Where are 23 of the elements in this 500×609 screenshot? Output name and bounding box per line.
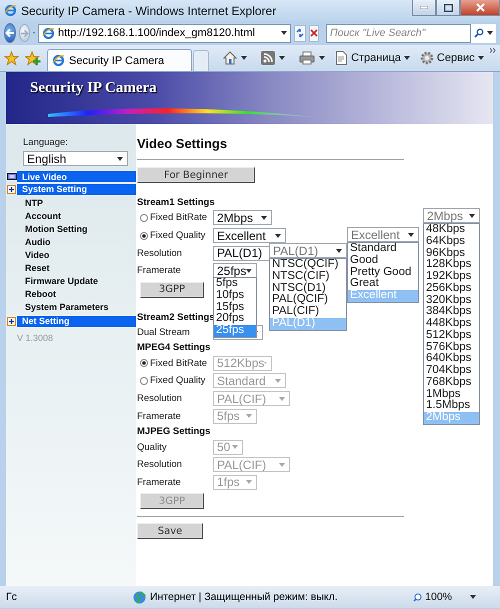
- radio-label: Fixed BitRate: [150, 212, 208, 224]
- field-label: Resolution: [137, 459, 182, 470]
- field-label: Quality: [137, 442, 167, 453]
- field-label: Resolution: [137, 248, 182, 259]
- field-label: Framerate: [137, 265, 181, 276]
- field-label: Dual Stream: [137, 327, 190, 338]
- window-title: Security IP Camera - Windows Internet Explorer: [21, 4, 278, 18]
- radio-label: Fixed BitRate: [150, 358, 208, 369]
- banner-title: Security IP Camera: [30, 80, 157, 97]
- radio-label: Fixed Quality: [150, 230, 206, 242]
- section-title: MPEG4 Settings: [137, 341, 210, 354]
- field-label: Framerate: [137, 476, 181, 488]
- status-text: Гс: [6, 591, 17, 603]
- field-label: Framerate: [137, 410, 181, 422]
- security-zone: Интернет | Защищенный режим: выкл.: [150, 591, 338, 603]
- radio-label: Fixed Quality: [150, 375, 206, 386]
- language-label: Language:: [23, 137, 68, 148]
- version-label: V 1.3008: [17, 333, 54, 343]
- section-title: Stream1 Settings: [137, 196, 215, 209]
- section-title: MJPEG Settings: [137, 425, 210, 438]
- page-title: Video Settings: [137, 137, 228, 151]
- field-label: Resolution: [137, 393, 182, 404]
- section-title: Stream2 Settings: [137, 310, 215, 324]
